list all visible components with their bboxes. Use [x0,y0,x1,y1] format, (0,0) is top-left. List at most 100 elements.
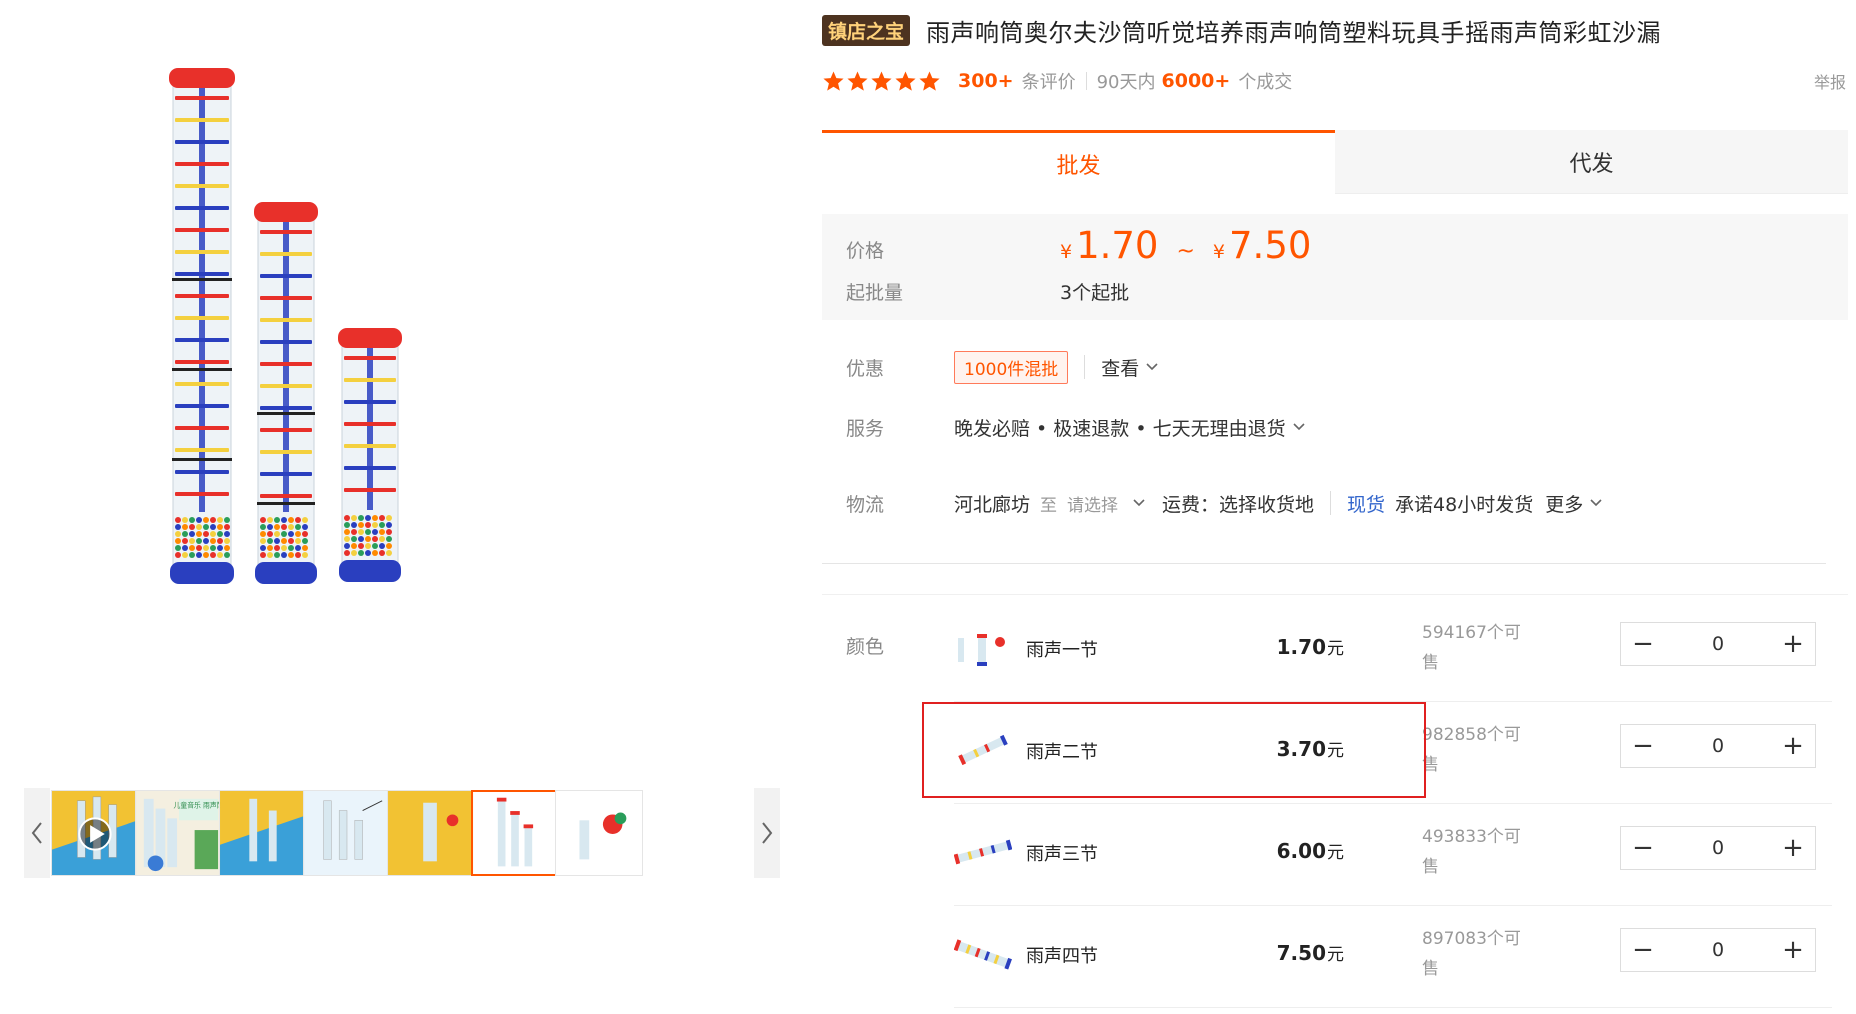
sku-price-unit: 元 [1327,945,1344,965]
sku-price: 6.00元 [1154,838,1344,863]
chevron-down-icon[interactable] [1292,422,1306,432]
deal-count: 6000+ [1161,70,1231,92]
service-label: 服务 [846,417,885,440]
more-logistics-button[interactable]: 更多 [1545,490,1583,517]
increment-button[interactable]: + [1771,827,1815,869]
sku-stock-line: 982858个可 [1422,725,1521,745]
chevron-down-icon [1146,363,1158,371]
logistics-row: 物流 河北廊坊 至 请选择 运费：选择收货地 现货 承诺48小时发货 更多 [846,486,1846,520]
sku-row: 雨声三节 6.00元 493833个可 售 − 0 + [954,804,1834,906]
sku-price-value: 7.50 [1276,941,1326,965]
promo-label: 优惠 [846,357,885,380]
rating-row: 300+ 条评价 90天内 6000+ 个成交 举报 [822,66,1846,96]
sku-stock-line: 售 [1422,653,1439,673]
thumbnail-overlay-text: 儿童音乐 雨声筒 [174,801,222,810]
product-title-row: 镇店之宝 雨声响筒奥尔夫沙筒听觉培养雨声响筒塑料玩具手摇雨声筒彩虹沙漏 [822,12,1832,48]
quantity-input[interactable]: 0 [1665,837,1771,859]
thumbnail-1[interactable] [51,790,139,876]
thumbnail-5[interactable] [387,790,475,876]
currency-symbol: ¥ [1212,241,1226,263]
period-label: 90天内 [1096,72,1156,93]
sku-price: 7.50元 [1154,940,1344,965]
moq-label: 起批量 [846,282,904,304]
promo-view-button[interactable]: 查看 [1101,354,1139,381]
sku-thumbnail[interactable] [954,928,1012,980]
tube-cap [338,328,402,348]
section-divider [822,563,1826,564]
price-separator: ~ [1176,239,1195,264]
moq-value: 3个起批 [1060,282,1130,304]
selection-highlight-box [922,702,1426,798]
sku-thumbnail[interactable] [954,622,1012,674]
sku-stock: 594167个可 售 [1422,618,1532,678]
price-range: ¥ 1.70 ~ ¥ 7.50 [1060,224,1311,267]
price-panel: 价格 ¥ 1.70 ~ ¥ 7.50 起批量 3个起批 [822,214,1848,320]
thumbnail-7[interactable] [555,790,643,876]
sku-price-value: 1.70 [1276,635,1326,659]
sku-name: 雨声三节 [1026,844,1098,865]
quantity-stepper: − 0 + [1620,724,1816,768]
destination-select[interactable]: 请选择 [1067,491,1118,516]
thumbnail-next-button[interactable] [754,788,780,878]
quantity-stepper: − 0 + [1620,622,1816,666]
quantity-input[interactable]: 0 [1665,633,1771,655]
price-label: 价格 [846,240,885,262]
promo-tag[interactable]: 1000件混批 [954,350,1069,384]
shipping-promise: 承诺48小时发货 [1395,493,1534,516]
logistics-label: 物流 [846,493,885,516]
chevron-down-icon[interactable] [1132,498,1146,508]
report-link[interactable]: 举报 [1814,69,1846,93]
sku-stock-line: 897083个可 [1422,929,1521,949]
chevron-down-icon[interactable] [1589,498,1603,508]
thumbnail-4[interactable] [303,790,391,876]
sku-thumbnail[interactable] [954,826,1012,878]
thumbnail-strip: 儿童音乐 雨声筒 [24,788,780,878]
sku-stock: 982858个可 售 [1422,720,1532,780]
thumbnail-6[interactable] [471,790,559,876]
rating-stars [822,70,942,93]
price-high: 7.50 [1229,224,1312,267]
quantity-input[interactable]: 0 [1665,735,1771,757]
sku-row: 雨声一节 1.70元 594167个可 售 − 0 + [954,600,1834,702]
quantity-stepper: − 0 + [1620,928,1816,972]
star-icon [895,70,916,91]
sku-name: 雨声一节 [1026,640,1098,661]
decrement-button[interactable]: − [1621,929,1665,971]
product-title: 雨声响筒奥尔夫沙筒听觉培养雨声响筒塑料玩具手摇雨声筒彩虹沙漏 [926,18,1662,47]
sku-price-unit: 元 [1327,639,1344,659]
service-text: 晚发必赔 • 极速退款 • 七天无理由退货 [954,417,1286,440]
currency-symbol: ¥ [1060,241,1073,263]
color-label: 颜色 [846,636,885,658]
tube-cap [254,202,318,222]
sku-stock-line: 售 [1422,755,1439,775]
increment-button[interactable]: + [1771,725,1815,767]
stock-status: 现货 [1347,493,1386,516]
thumbnail-2[interactable]: 儿童音乐 雨声筒 [135,790,223,876]
increment-button[interactable]: + [1771,929,1815,971]
review-count[interactable]: 300+ [958,70,1014,92]
tab-wholesale[interactable]: 批发 [822,130,1335,194]
tube-base [339,560,401,582]
star-icon [919,70,940,91]
section-divider [822,594,1848,595]
quantity-input[interactable]: 0 [1665,939,1771,961]
divider [1085,72,1087,90]
thumbnail-prev-button[interactable] [24,788,50,878]
origin-location: 河北廊坊 [954,493,1031,516]
main-product-image [22,0,782,770]
sku-price: 1.70元 [1154,634,1344,659]
decrement-button[interactable]: − [1621,725,1665,767]
sku-stock-line: 售 [1422,857,1439,877]
increment-button[interactable]: + [1771,623,1815,665]
star-icon [847,70,868,91]
chevron-right-icon [762,822,773,844]
sku-price-unit: 元 [1327,843,1344,863]
rain-stick-product-illustration [169,68,402,584]
decrement-button[interactable]: − [1621,827,1665,869]
thumbnail-3[interactable] [219,790,307,876]
sku-stock-line: 售 [1422,959,1439,979]
sku-row: 雨声四节 7.50元 897083个可 售 − 0 + [954,906,1834,1008]
decrement-button[interactable]: − [1621,623,1665,665]
tab-dropship[interactable]: 代发 [1335,130,1848,194]
review-label: 条评价 [1021,72,1076,93]
